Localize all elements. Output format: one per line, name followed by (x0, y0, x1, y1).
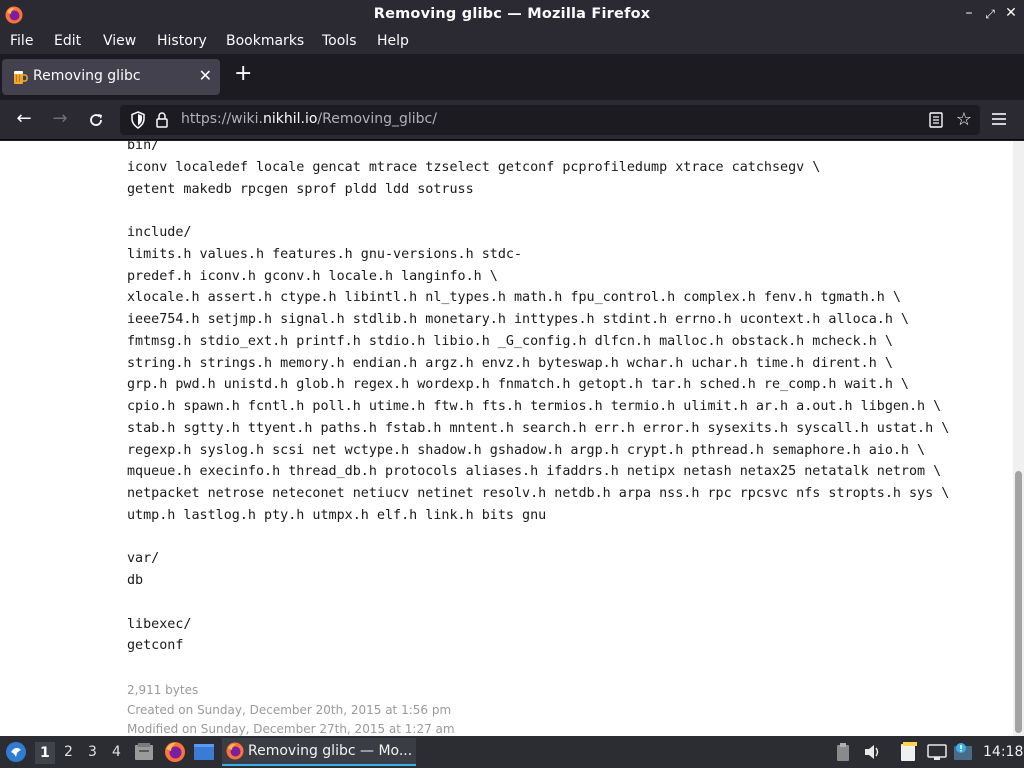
url-prefix: https://wiki. (181, 111, 263, 127)
code-line: ​ (127, 200, 949, 222)
menu-history[interactable]: History (157, 33, 207, 49)
scrollbar-thumb[interactable] (1015, 471, 1022, 733)
firefox-launcher-icon[interactable] (164, 741, 186, 763)
close-tab-icon[interactable]: ✕ (199, 66, 212, 85)
back-arrow-icon[interactable]: ← (12, 108, 36, 132)
taskbar-window-label: Removing glibc — Mo... (248, 743, 413, 759)
code-line: netpacket netrose neteconet netiucv neti… (127, 486, 950, 501)
page-metadata: 2,911 bytes Created on Sunday, December … (127, 681, 455, 736)
tab-strip: Removing glibc ✕ (0, 54, 1024, 100)
window-switcher-icon[interactable] (193, 743, 215, 761)
code-line: predef.h iconv.h gconv.h locale.h langin… (127, 268, 498, 284)
start-menu-icon[interactable] (5, 741, 27, 763)
beer-mug-icon (14, 71, 28, 84)
menu-file[interactable]: File (10, 33, 33, 49)
notification-icon[interactable] (953, 742, 973, 762)
code-line: ieee754.h setjmp.h signal.h stdlib.h mon… (127, 312, 909, 327)
code-line: libexec/ (127, 616, 192, 632)
workspace-4[interactable]: 4 (112, 744, 121, 760)
taskbar-firefox-window[interactable]: Removing glibc — Mo... (222, 738, 416, 766)
code-line: regexp.h syslog.h scsi net wctype.h shad… (127, 442, 926, 458)
code-line: grp.h pwd.h unistd.h glob.h regex.h word… (127, 377, 909, 393)
lock-icon[interactable] (155, 111, 169, 129)
hamburger-menu-icon[interactable] (990, 109, 1008, 129)
code-line: ​ (127, 527, 949, 549)
network-icon[interactable] (927, 743, 947, 761)
menu-tools[interactable]: Tools (322, 33, 357, 49)
modified-date: Modified on Sunday, December 27th, 2015 … (127, 722, 455, 736)
code-line: mqueue.h execinfo.h thread_db.h protocol… (127, 464, 942, 480)
url-path: /Removing_glibc/ (317, 111, 437, 127)
workspace-1[interactable]: 1 (35, 742, 55, 764)
code-line: utmp.h lastlog.h pty.h utmpx.h elf.h lin… (127, 507, 547, 523)
page-content: bin/iconv localedef locale gencat mtrace… (0, 141, 1013, 736)
bookmark-star-icon[interactable]: ☆ (956, 109, 972, 130)
created-date: Created on Sunday, December 20th, 2015 a… (127, 702, 452, 717)
code-line: include/ (127, 225, 192, 240)
workspace-2[interactable]: 2 (64, 744, 73, 760)
code-line: var/ (127, 551, 160, 567)
code-line: getconf (127, 638, 184, 654)
navigation-bar: ← → https://wiki.nikhil.io/Removing_glib… (0, 100, 1024, 140)
file-listing-code-block: bin/iconv localedef locale gencat mtrace… (127, 141, 949, 657)
url-text[interactable]: https://wiki.nikhil.io/Removing_glibc/ (181, 111, 437, 127)
code-line: fmtmsg.h stdio_ext.h printf.h stdio.h li… (127, 333, 893, 349)
reader-view-icon[interactable] (928, 111, 944, 129)
minimize-icon[interactable]: – (961, 5, 977, 21)
code-line: string.h strings.h memory.h endian.h arg… (127, 355, 893, 371)
clipboard-icon[interactable] (836, 742, 850, 762)
menu-edit[interactable]: Edit (54, 33, 81, 49)
shield-icon[interactable] (130, 111, 146, 129)
new-tab-icon[interactable]: + (234, 63, 252, 85)
forward-arrow-icon[interactable]: → (48, 108, 72, 132)
notes-icon[interactable] (900, 742, 918, 762)
maximize-icon[interactable]: ⤢ (982, 7, 998, 22)
code-line: iconv localedef locale gencat mtrace tzs… (127, 159, 821, 175)
code-line: cpio.h spawn.h fcntl.h poll.h utime.h ft… (127, 399, 942, 414)
tab-removing-glibc[interactable]: Removing glibc ✕ (2, 59, 220, 95)
code-line: stab.h sgtty.h ttyent.h paths.h fstab.h … (127, 420, 950, 436)
byte-size: 2,911 bytes (127, 683, 199, 697)
menu-view[interactable]: View (103, 33, 136, 49)
window-titlebar: Removing glibc — Mozilla Firefox – ⤢ ✕ (0, 0, 1024, 30)
menu-bar: File Edit View History Bookmarks Tools H… (0, 30, 1024, 54)
volume-icon[interactable] (863, 743, 883, 761)
url-bar[interactable]: https://wiki.nikhil.io/Removing_glibc/ ☆ (120, 105, 980, 135)
workspace-3[interactable]: 3 (88, 744, 97, 760)
firefox-window-icon (226, 742, 244, 760)
code-line: limits.h values.h features.h gnu-version… (127, 246, 523, 262)
code-line: db (127, 573, 144, 588)
code-line: ​ (127, 592, 949, 614)
menu-help[interactable]: Help (377, 33, 409, 49)
window-title: Removing glibc — Mozilla Firefox (373, 6, 651, 22)
menu-bookmarks[interactable]: Bookmarks (226, 33, 304, 49)
reload-icon[interactable] (84, 108, 108, 132)
system-taskbar: 1 2 3 4 Removing glibc — Mo... 14:18 (0, 736, 1024, 768)
file-manager-icon[interactable] (134, 742, 154, 762)
code-line: getent makedb rpcgen sprof pldd ldd sotr… (127, 181, 474, 197)
page-scrollbar[interactable] (1013, 141, 1024, 736)
tab-label: Removing glibc (33, 68, 141, 84)
close-window-icon[interactable]: ✕ (1003, 5, 1019, 21)
url-domain: nikhil.io (262, 111, 318, 127)
code-line: xlocale.h assert.h ctype.h libintl.h nl_… (127, 290, 901, 306)
clock: 14:18 (983, 744, 1024, 760)
code-line: bin/ (127, 141, 160, 153)
